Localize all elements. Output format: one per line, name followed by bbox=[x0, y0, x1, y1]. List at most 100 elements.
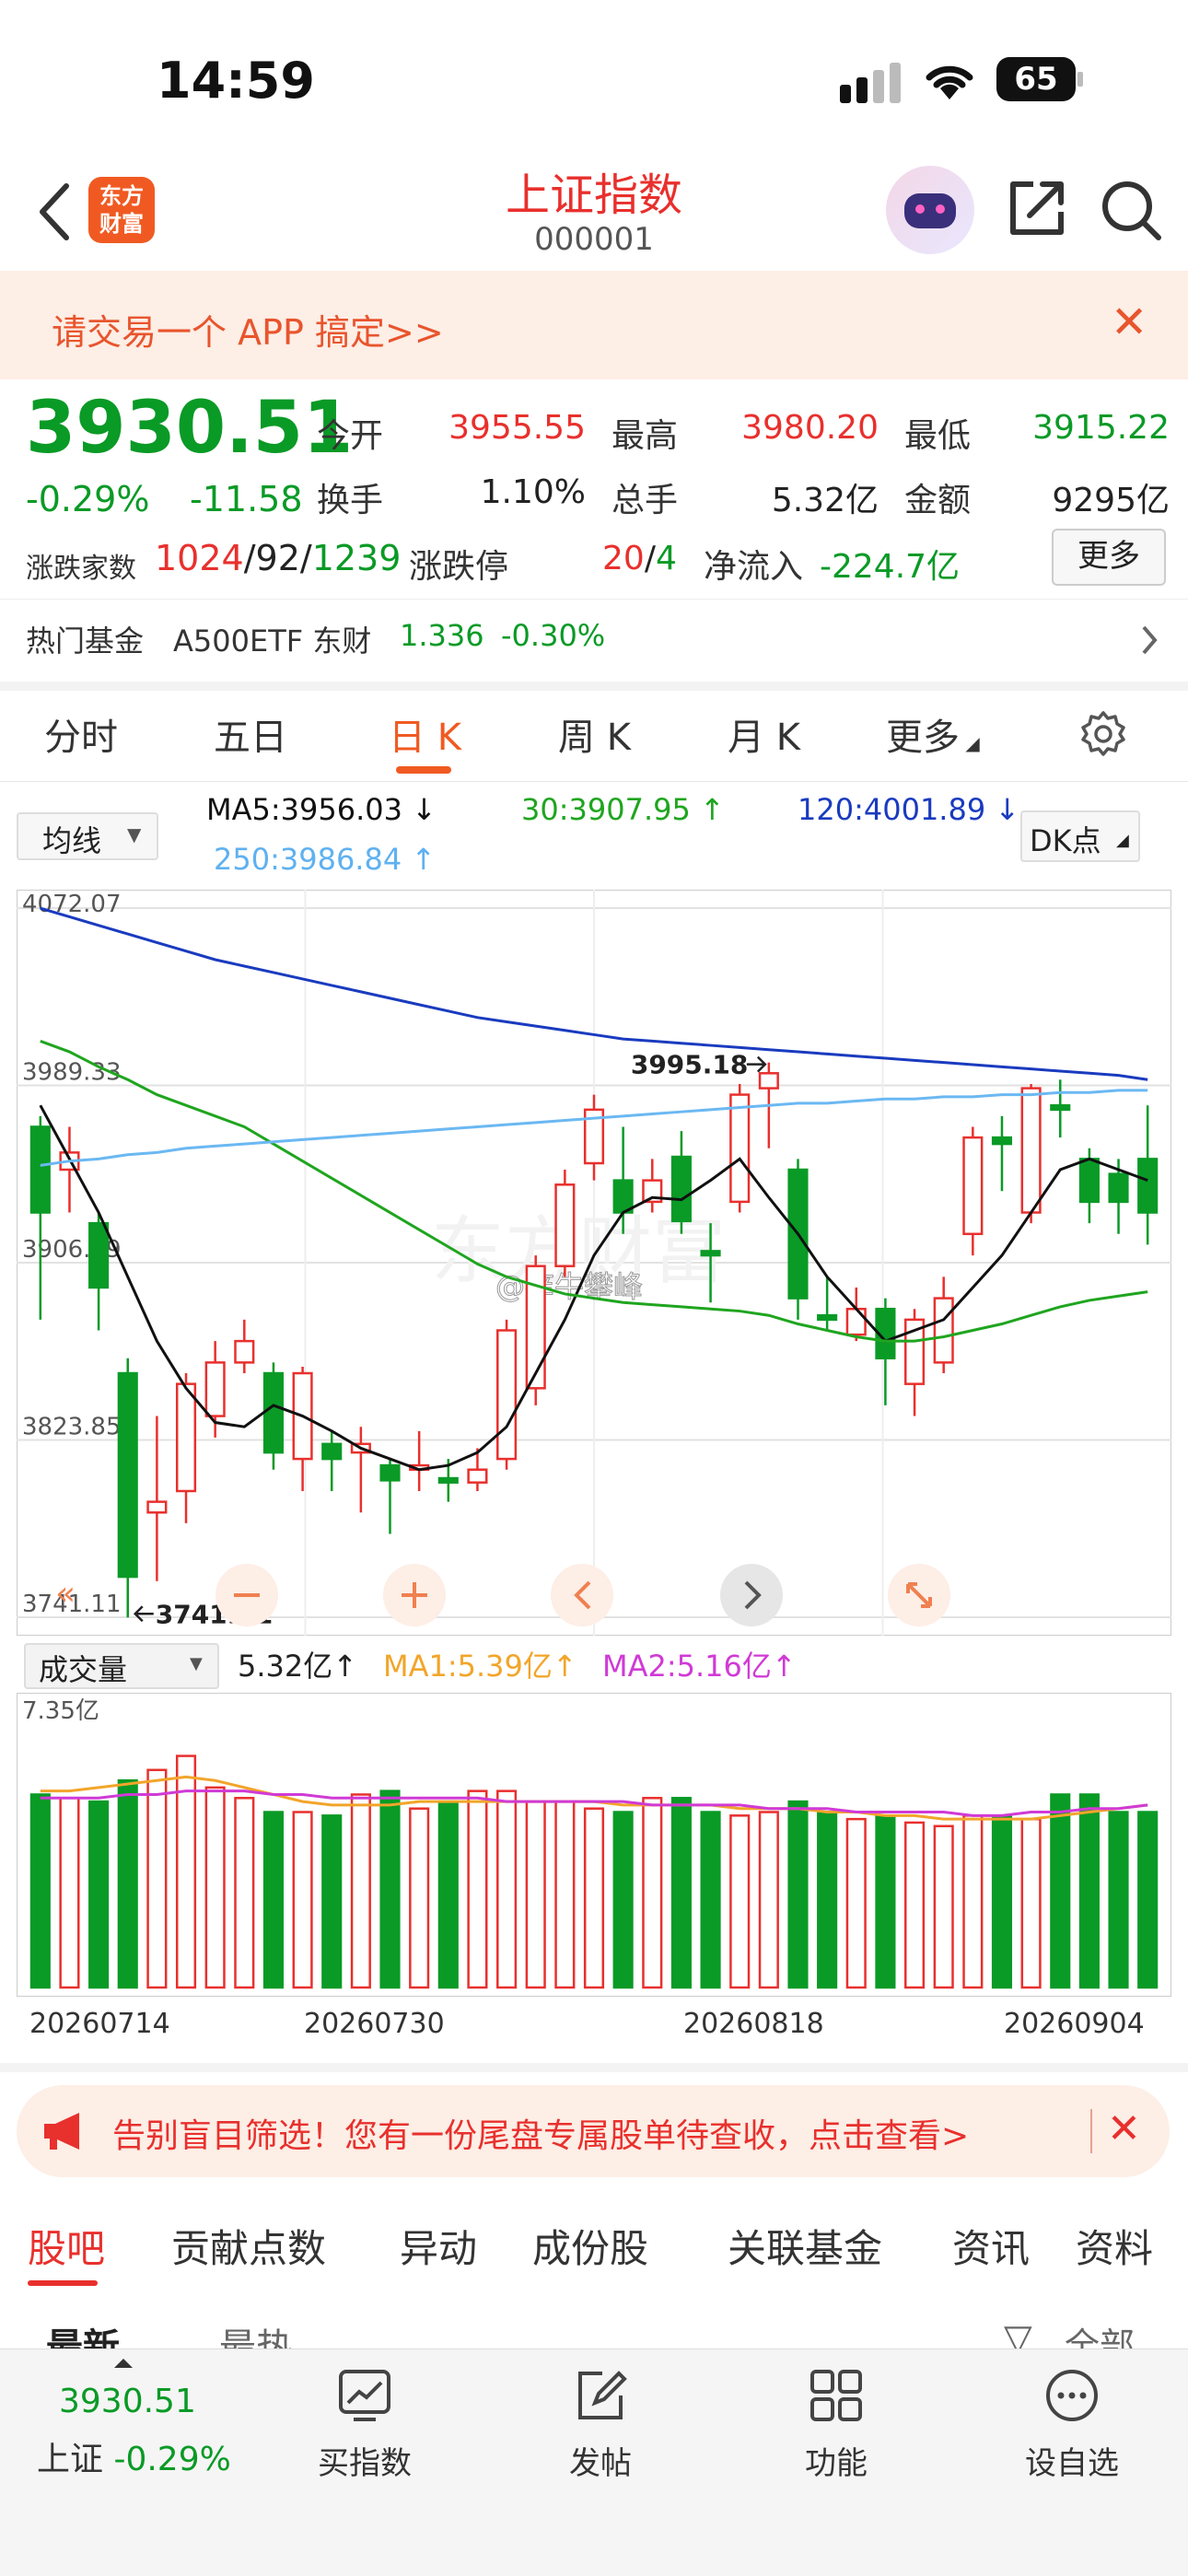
high-label: 最高 bbox=[611, 417, 679, 455]
candle-body bbox=[204, 1361, 226, 1417]
wifi-icon bbox=[926, 65, 973, 99]
volume-bar bbox=[292, 1811, 313, 1989]
tab-intraday[interactable]: 分时 bbox=[44, 707, 118, 761]
status-bar: 14:59 65 bbox=[0, 0, 1188, 157]
search-icon[interactable] bbox=[1098, 177, 1164, 243]
volume-bar bbox=[1078, 1793, 1100, 1989]
active-bottom-tab-indicator bbox=[28, 2280, 98, 2286]
btab-contribution[interactable]: 贡献点数 bbox=[171, 2218, 326, 2274]
footer-post-label[interactable]: 发帖 bbox=[508, 2438, 693, 2483]
date-label-3: 20260818 bbox=[683, 2008, 824, 2040]
svg-text:«: « bbox=[55, 1575, 76, 1613]
ma-select[interactable]: 均线 ▼ bbox=[17, 812, 158, 860]
y-tick-label: 3823.85 bbox=[22, 1414, 122, 1441]
volume-bar bbox=[437, 1800, 459, 1989]
expand-up-icon[interactable] bbox=[112, 2357, 134, 2370]
candle-body bbox=[554, 1183, 576, 1267]
volume-value: 5.32亿 bbox=[771, 482, 879, 519]
netflow-value: -224.7亿 bbox=[820, 548, 961, 586]
volume-chart[interactable]: 7.35亿 bbox=[17, 1693, 1171, 1997]
more-button[interactable]: 更多 bbox=[1052, 529, 1166, 586]
btab-guba[interactable]: 股吧 bbox=[28, 2218, 105, 2274]
sep2: / bbox=[299, 538, 312, 578]
tab-monthly-k[interactable]: 月 K bbox=[728, 707, 800, 761]
btab-constituents[interactable]: 成份股 bbox=[532, 2218, 648, 2274]
filter-icon[interactable]: ▽ bbox=[1004, 2317, 1032, 2349]
volume-select-caret-icon: ▼ bbox=[190, 1654, 203, 1673]
scroll-left-fast-icon[interactable]: « bbox=[55, 1575, 76, 1613]
promo-close-icon[interactable]: ✕ bbox=[1111, 300, 1147, 344]
tab-more-caret-icon: ◢ bbox=[960, 732, 980, 754]
volume-bar bbox=[204, 1786, 226, 1989]
scroll-left-icon[interactable] bbox=[551, 1564, 613, 1626]
footer-buy-label[interactable]: 买指数 bbox=[273, 2438, 457, 2483]
tab-more[interactable]: 更多 ◢ bbox=[886, 707, 980, 761]
footer-func-label[interactable]: 功能 bbox=[744, 2438, 928, 2483]
volume-bar bbox=[146, 1768, 168, 1989]
candle-body bbox=[146, 1500, 168, 1514]
candle-body bbox=[991, 1136, 1013, 1146]
turnover-value: 1.10% bbox=[480, 473, 586, 511]
amount-label: 金额 bbox=[904, 482, 972, 519]
date-label-2: 20260730 bbox=[304, 2008, 445, 2040]
updown-counts: 1024/92/1239 bbox=[155, 538, 401, 578]
hot-fund-row[interactable]: 热门基金 A500ETF 东财 1.336 -0.30% bbox=[0, 599, 1188, 681]
dk-point-button[interactable]: DK点 ◢ bbox=[1020, 810, 1140, 862]
active-tab-indicator bbox=[396, 766, 451, 774]
tabs-divider bbox=[0, 781, 1188, 782]
function-grid-icon[interactable] bbox=[807, 2366, 866, 2425]
candle-body bbox=[262, 1371, 285, 1454]
btab-profile[interactable]: 资料 bbox=[1076, 2218, 1153, 2274]
filter-all[interactable]: 全部 bbox=[1065, 2317, 1135, 2349]
sort-latest[interactable]: 最新 bbox=[46, 2317, 120, 2349]
btab-news[interactable]: 资讯 bbox=[952, 2218, 1030, 2274]
ad-text[interactable]: 告别盲目筛选！您有一份尾盘专属股单待查收，点击查看> bbox=[112, 2109, 969, 2157]
tab-weekly-k[interactable]: 周 K bbox=[558, 707, 631, 761]
sep1: / bbox=[243, 538, 256, 578]
footer-watch-label[interactable]: 设自选 bbox=[980, 2438, 1164, 2483]
volume-bar bbox=[612, 1811, 634, 1989]
ad-separator bbox=[1090, 2109, 1092, 2153]
low-label: 最低 bbox=[904, 417, 972, 455]
amount-value: 9295亿 bbox=[1052, 482, 1170, 519]
tab-five-day[interactable]: 五日 bbox=[214, 707, 287, 761]
open-value: 3955.55 bbox=[448, 409, 586, 447]
candle-body bbox=[467, 1468, 488, 1484]
promo-text[interactable]: 请交易一个 APP 搞定>> bbox=[52, 304, 444, 355]
ma30-label: 30:3907.95 ↑ bbox=[521, 792, 725, 827]
buy-index-icon[interactable] bbox=[335, 2366, 394, 2425]
volume-select[interactable]: 成交量 ▼ bbox=[24, 1643, 219, 1689]
candle-body bbox=[700, 1250, 721, 1257]
zoom-out-icon[interactable] bbox=[215, 1564, 278, 1626]
hot-fund-label: 热门基金 bbox=[26, 624, 145, 659]
volume-bar bbox=[88, 1800, 110, 1989]
kline-chart[interactable]: 东方财富 @痒牛攀峰 4072.073989.333906.593823.853… bbox=[17, 890, 1171, 1636]
btab-movement[interactable]: 异动 bbox=[400, 2218, 477, 2274]
footer-index[interactable]: 上证 -0.29% bbox=[37, 2432, 231, 2480]
scroll-right-icon[interactable] bbox=[720, 1564, 783, 1626]
volume-bar bbox=[817, 1811, 838, 1989]
share-icon[interactable] bbox=[1006, 177, 1068, 239]
candle-body bbox=[1137, 1158, 1159, 1214]
volume-bar bbox=[583, 1807, 605, 1989]
settings-gear-icon[interactable] bbox=[1079, 709, 1127, 757]
volume-bar bbox=[729, 1814, 751, 1989]
change-percent: -0.29% bbox=[26, 479, 150, 519]
max-price-annotation: 3995.18 bbox=[631, 1050, 749, 1080]
sort-hot[interactable]: 最热 bbox=[219, 2317, 293, 2349]
post-icon[interactable] bbox=[571, 2366, 630, 2425]
candle-body bbox=[1108, 1172, 1129, 1204]
hot-fund-name: A500ETF 东财 bbox=[173, 624, 372, 659]
battery-tip bbox=[1077, 72, 1083, 87]
volume-ma2-label: MA2:5.16亿↑ bbox=[602, 1649, 797, 1684]
tab-daily-k[interactable]: 日 K bbox=[389, 707, 461, 761]
fullscreen-icon[interactable] bbox=[888, 1564, 950, 1626]
volume-max-tick: 7.35亿 bbox=[22, 1697, 99, 1725]
ad-close-icon[interactable]: ✕ bbox=[1107, 2105, 1141, 2152]
assistant-robot-icon[interactable] bbox=[886, 166, 974, 254]
zoom-in-icon[interactable] bbox=[383, 1564, 446, 1626]
change-amount: -11.58 bbox=[190, 479, 303, 519]
btab-related-funds[interactable]: 关联基金 bbox=[728, 2218, 882, 2274]
add-watchlist-icon[interactable] bbox=[1042, 2366, 1101, 2425]
volume-bar bbox=[234, 1797, 255, 1989]
